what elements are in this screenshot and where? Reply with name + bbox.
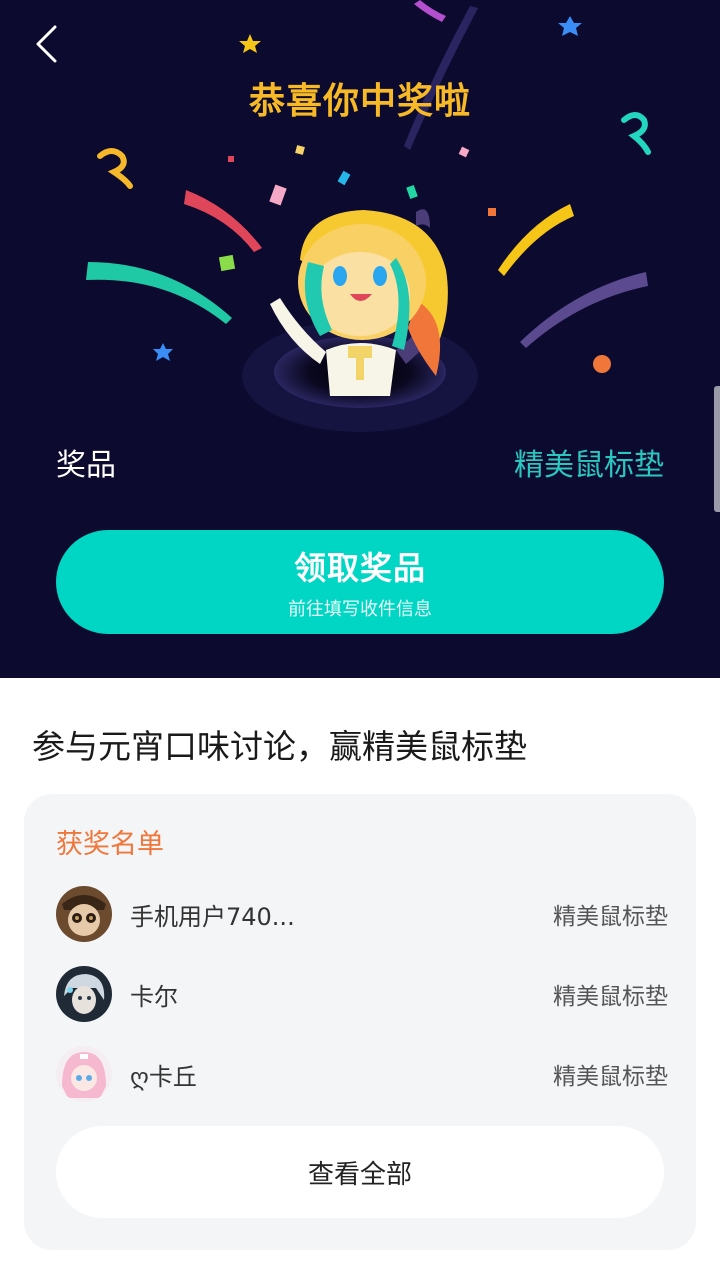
winner-prize: 精美鼠标垫 bbox=[553, 904, 668, 930]
winner-prize: 精美鼠标垫 bbox=[553, 984, 668, 1010]
winner-row[interactable]: 手机用户740... 精美鼠标垫 bbox=[56, 884, 668, 944]
winner-row[interactable]: 卡尔 精美鼠标垫 bbox=[56, 964, 668, 1024]
winner-name: 手机用户740... bbox=[130, 902, 295, 931]
avatar bbox=[56, 1046, 112, 1102]
activity-title: 参与元宵口味讨论，赢精美鼠标垫 bbox=[32, 727, 527, 766]
winner-prize: 精美鼠标垫 bbox=[553, 1064, 668, 1090]
prize-hero: 恭喜你中奖啦 奖品 精美鼠标垫 领取奖品 前往填写收件信息 bbox=[0, 0, 720, 678]
prize-label: 奖品 bbox=[56, 448, 116, 483]
prize-value: 精美鼠标垫 bbox=[514, 448, 664, 483]
claim-button-subtitle: 前往填写收件信息 bbox=[288, 599, 432, 620]
mascot-illustration bbox=[242, 209, 478, 432]
winner-name: 卡尔 bbox=[130, 982, 178, 1011]
winner-name: ღ卡丘 bbox=[130, 1062, 197, 1091]
claim-button-label: 领取奖品 bbox=[293, 549, 426, 587]
avatar bbox=[56, 966, 112, 1022]
view-all-label: 查看全部 bbox=[307, 1159, 412, 1190]
avatar bbox=[56, 886, 112, 942]
winners-card: 获奖名单 手机用户740... 精美鼠标垫 卡尔 精美鼠标垫 ღ卡丘 精美鼠标垫… bbox=[24, 794, 696, 1250]
view-all-button[interactable]: 查看全部 bbox=[56, 1126, 664, 1218]
page-title: 恭喜你中奖啦 bbox=[248, 81, 471, 122]
chevron-left-icon bbox=[36, 25, 57, 63]
winner-row[interactable]: ღ卡丘 精美鼠标垫 bbox=[56, 1044, 668, 1104]
winners-title: 获奖名单 bbox=[56, 829, 164, 860]
claim-prize-button[interactable]: 领取奖品 前往填写收件信息 bbox=[56, 530, 664, 634]
scroll-handle[interactable] bbox=[714, 386, 720, 512]
back-button[interactable] bbox=[24, 20, 68, 68]
